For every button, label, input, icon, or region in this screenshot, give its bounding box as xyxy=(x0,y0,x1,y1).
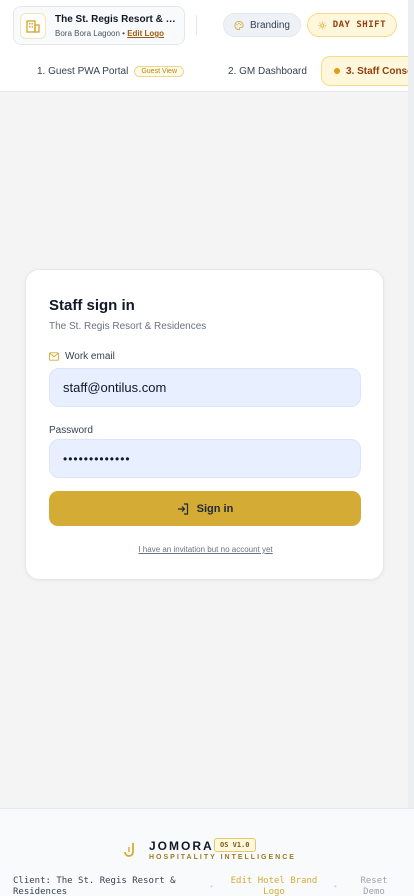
hotel-selector[interactable]: The St. Regis Resort & Residences Bora B… xyxy=(13,6,185,45)
signin-button[interactable]: Sign in xyxy=(49,491,361,526)
client-label: Client: The St. Regis Resort & Residence… xyxy=(13,876,176,896)
hotel-name: The St. Regis Resort & Residences xyxy=(55,14,179,25)
login-icon xyxy=(177,502,188,515)
scrollbar[interactable] xyxy=(408,0,414,808)
hotel-location-text: Bora Bora Lagoon xyxy=(55,29,120,38)
password-field[interactable]: ••••••••••••• xyxy=(49,439,361,478)
view-tabs: 1. Guest PWA Portal Guest View 2. GM Das… xyxy=(0,56,414,86)
invitation-link[interactable]: I have an invitation but no account yet xyxy=(26,545,385,554)
signin-subtitle: The St. Regis Resort & Residences xyxy=(49,321,207,332)
version-badge: OS V1.0 xyxy=(214,838,256,852)
shift-toggle[interactable]: DAY SHIFT xyxy=(307,13,397,37)
password-label: Password xyxy=(49,425,93,436)
email-label: Work email xyxy=(49,351,115,362)
mail-icon xyxy=(49,352,59,361)
edit-logo-link[interactable]: Edit Logo xyxy=(127,29,164,38)
footer-separator: • xyxy=(334,882,337,891)
footer: JOMORA OS V1.0 HOSPITALITY INTELLIGENCE … xyxy=(0,808,414,896)
branding-label: Branding xyxy=(249,19,290,31)
jomora-logo-icon xyxy=(121,839,141,861)
branding-button[interactable]: Branding xyxy=(223,13,301,37)
signin-button-label: Sign in xyxy=(196,502,234,515)
hotel-location: Bora Bora Lagoon • Edit Logo xyxy=(55,29,165,38)
edit-brand-logo-link[interactable]: Edit Hotel Brand Logo xyxy=(224,876,324,896)
tab-guest-portal-label: 1. Guest PWA Portal xyxy=(37,65,129,77)
active-dot xyxy=(334,68,340,74)
building-icon xyxy=(20,13,46,39)
shift-label: DAY SHIFT xyxy=(332,20,386,30)
password-label-text: Password xyxy=(49,425,93,436)
sun-icon xyxy=(318,21,327,29)
password-value: ••••••••••••• xyxy=(63,451,131,466)
signin-title: Staff sign in xyxy=(49,297,135,314)
email-field[interactable]: staff@ontilus.com xyxy=(49,368,361,407)
guest-view-badge: Guest View xyxy=(134,65,185,77)
brand-tagline: HOSPITALITY INTELLIGENCE xyxy=(149,854,296,861)
reset-demo-link[interactable]: Reset Demo xyxy=(350,876,398,896)
tab-staff-console-label: 3. Staff Console xyxy=(346,65,414,77)
email-label-text: Work email xyxy=(65,351,115,362)
staff-signin-card: Staff sign in The St. Regis Resort & Res… xyxy=(25,269,384,580)
brand-name: JOMORA xyxy=(149,839,214,853)
header-divider xyxy=(196,15,197,35)
email-value: staff@ontilus.com xyxy=(63,380,167,395)
top-bar: The St. Regis Resort & Residences Bora B… xyxy=(0,0,414,92)
tab-gm-dashboard[interactable]: 2. GM Dashboard xyxy=(228,56,307,86)
tab-gm-dashboard-label: 2. GM Dashboard xyxy=(228,65,307,77)
footer-separator: • xyxy=(210,882,213,891)
palette-icon xyxy=(234,20,244,30)
tab-staff-console[interactable]: 3. Staff Console xyxy=(321,56,414,86)
tab-guest-portal[interactable]: 1. Guest PWA Portal Guest View xyxy=(37,56,185,86)
